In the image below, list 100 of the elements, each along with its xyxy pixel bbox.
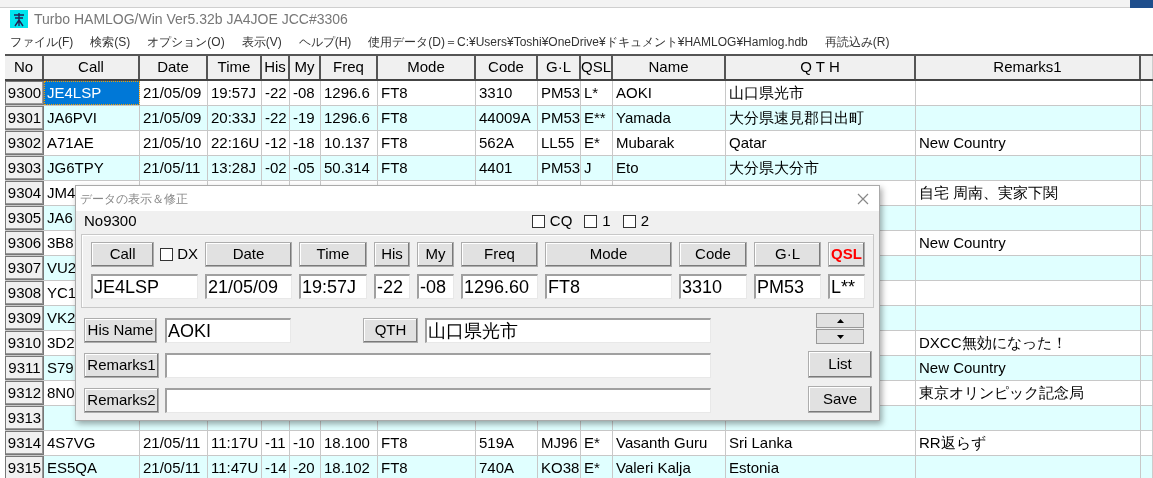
field-button[interactable]: QTH — [363, 318, 418, 343]
field-button[interactable]: Remarks2 — [84, 388, 159, 413]
column-header[interactable]: Call — [44, 56, 140, 79]
row-number[interactable]: 9314 — [5, 431, 44, 455]
row-number[interactable]: 9300 — [5, 81, 44, 105]
field-button[interactable]: His — [374, 242, 410, 267]
input-field[interactable]: 山口県光市 — [425, 318, 711, 343]
column-header[interactable]: QSL — [581, 56, 613, 79]
row-number[interactable]: 9306 — [5, 231, 44, 255]
field-button[interactable]: Time — [299, 242, 367, 267]
field-button[interactable]: Mode — [545, 242, 672, 267]
column-header[interactable]: Date — [140, 56, 208, 79]
column-header[interactable]: G·L — [538, 56, 581, 79]
table-cell: Estonia — [726, 456, 916, 478]
table-cell: FT8 — [378, 431, 476, 455]
menu-item[interactable]: 使用データ(D)＝C:¥Users¥Toshi¥OneDrive¥ドキュメント¥HAMLOG¥Hamlog.hdb — [368, 33, 808, 51]
column-header[interactable]: No — [5, 56, 44, 79]
table-cell: -18 — [290, 131, 321, 155]
column-header[interactable]: His — [262, 56, 290, 79]
field-button[interactable]: Code — [679, 242, 747, 267]
close-icon[interactable] — [857, 192, 869, 205]
column-header[interactable]: Q T H — [726, 56, 916, 79]
field-button[interactable]: Remarks1 — [84, 353, 159, 378]
checkbox[interactable] — [622, 215, 636, 228]
menu-item[interactable]: ヘルプ(H) — [298, 33, 352, 51]
menu-item[interactable]: 再読込み(R) — [824, 33, 890, 51]
field-button[interactable]: My — [417, 242, 454, 267]
checkbox[interactable] — [160, 248, 174, 261]
table-cell: 18.100 — [321, 431, 378, 455]
table-cell: -22 — [262, 81, 290, 105]
table-cell: Qatar — [726, 131, 916, 155]
table-cell[interactable]: A71AE — [44, 131, 140, 155]
field-button[interactable]: His Name — [84, 318, 157, 343]
column-header[interactable]: Code — [476, 56, 538, 79]
row-number[interactable]: 9301 — [5, 106, 44, 130]
field-button[interactable]: Date — [205, 242, 292, 267]
field-button[interactable]: Call — [91, 242, 155, 267]
table-cell: PM53 — [538, 156, 581, 180]
menu-item[interactable]: ファイル(F) — [10, 33, 74, 51]
column-header[interactable]: Name — [613, 56, 726, 79]
row-number[interactable]: 9311 — [5, 356, 44, 380]
row-number[interactable]: 9310 — [5, 331, 44, 355]
input-field[interactable]: -22 — [374, 274, 410, 299]
menu-item[interactable]: 表示(V) — [241, 33, 282, 51]
table-cell[interactable]: JG6TPY — [44, 156, 140, 180]
menu-item[interactable]: 検索(S) — [90, 33, 131, 51]
menu-item[interactable]: オプション(O) — [147, 33, 225, 51]
input-field[interactable]: PM53 — [754, 274, 821, 299]
table-cell: RR返らず — [916, 431, 1141, 455]
input-field[interactable]: 19:57J — [299, 274, 367, 299]
table-cell: -12 — [262, 131, 290, 155]
table-cell: -10 — [290, 431, 321, 455]
input-field[interactable]: 21/05/09 — [205, 274, 292, 299]
row-number[interactable]: 9315 — [5, 456, 44, 478]
column-header[interactable]: Freq — [321, 56, 378, 79]
row-number[interactable]: 9307 — [5, 256, 44, 280]
column-header[interactable]: Remarks1 — [916, 56, 1141, 79]
input-field[interactable]: JE4LSP — [91, 274, 198, 299]
checkbox-label: 2 — [640, 211, 649, 232]
table-cell[interactable]: ES5QA — [44, 456, 140, 478]
input-field[interactable]: L** — [828, 274, 865, 299]
input-field[interactable] — [165, 388, 711, 413]
table-cell[interactable]: JA6PVI — [44, 106, 140, 130]
row-number[interactable]: 9308 — [5, 281, 44, 305]
input-field[interactable]: 3310 — [679, 274, 747, 299]
column-header[interactable]: Mode — [378, 56, 476, 79]
input-field[interactable]: 1296.60 — [461, 274, 538, 299]
dialog-title: データの表示＆修正 — [80, 190, 188, 208]
column-header[interactable]: Time — [208, 56, 262, 79]
table-cell: DXCC無効になった！ — [916, 331, 1141, 355]
field-button[interactable]: G·L — [754, 242, 821, 267]
table-cell: 3310 — [476, 81, 538, 105]
table-cell[interactable]: JE4LSP — [44, 81, 140, 105]
field-button[interactable]: List — [808, 351, 872, 378]
table-cell: -11 — [262, 431, 290, 455]
table-cell: 山口県光市 — [726, 81, 916, 105]
row-number[interactable]: 9313 — [5, 406, 44, 430]
up-button[interactable] — [816, 313, 864, 328]
checkbox[interactable] — [584, 215, 598, 228]
input-field[interactable]: AOKI — [165, 318, 291, 343]
down-button[interactable] — [816, 329, 864, 344]
row-number[interactable]: 9302 — [5, 131, 44, 155]
checkbox[interactable] — [531, 215, 545, 228]
column-header[interactable]: My — [290, 56, 321, 79]
table-cell[interactable]: 4S7VG — [44, 431, 140, 455]
input-field[interactable]: -08 — [417, 274, 454, 299]
row-number[interactable]: 9312 — [5, 381, 44, 405]
row-number[interactable]: 9305 — [5, 206, 44, 230]
table-cell: -22 — [262, 106, 290, 130]
field-button[interactable]: Save — [808, 386, 872, 413]
field-button[interactable]: Freq — [461, 242, 538, 267]
table-cell: J — [581, 156, 613, 180]
row-number[interactable]: 9309 — [5, 306, 44, 330]
row-number[interactable]: 9304 — [5, 181, 44, 205]
table-cell: 21/05/10 — [140, 131, 208, 155]
record-number: No9300 — [84, 211, 137, 232]
input-field[interactable] — [165, 353, 711, 378]
down-arrow-icon — [836, 334, 844, 339]
input-field[interactable]: FT8 — [545, 274, 672, 299]
row-number[interactable]: 9303 — [5, 156, 44, 180]
